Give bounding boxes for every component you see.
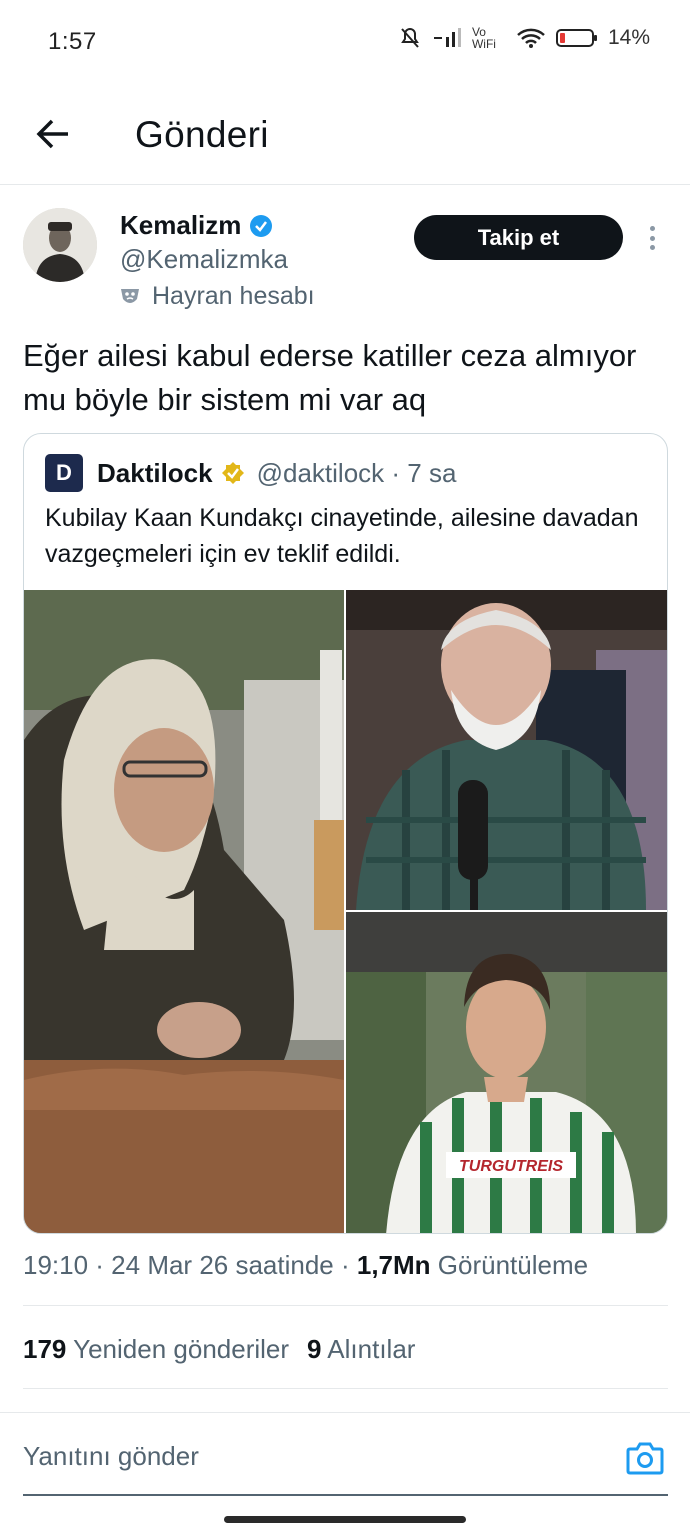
back-button[interactable]: [26, 110, 80, 158]
tweet-text: Eğer ailesi kabul ederse katiller ceza a…: [23, 338, 637, 417]
more-dot-icon: [649, 235, 655, 241]
quotes-count: 9: [307, 1334, 322, 1364]
more-dot-icon: [649, 245, 655, 250]
photo-mother-at-grave[interactable]: [24, 590, 344, 1233]
battery-icon: [555, 29, 597, 47]
quote-header: D Daktilock @daktilock · 7 sa: [45, 454, 456, 492]
reply-bar: [0, 1412, 690, 1496]
avatar-portrait: [23, 208, 97, 282]
reply-input[interactable]: [23, 1441, 583, 1472]
follow-button[interactable]: Takip et: [414, 215, 623, 260]
fan-account-label: Hayran hesabı: [118, 282, 315, 311]
views-count[interactable]: 1,7Mn: [357, 1250, 431, 1280]
reposts-count: 179: [23, 1334, 67, 1364]
views-label: Görüntüleme: [430, 1250, 589, 1280]
divider: [23, 1305, 668, 1306]
quotes-label: Alıntılar: [321, 1334, 416, 1364]
page-title: Gönderi: [135, 114, 269, 155]
photo-grid: TURGUTREIS: [24, 590, 667, 1233]
photo-mother-image: [24, 590, 344, 1233]
home-indicator[interactable]: [224, 1516, 466, 1523]
post-stats: 179 Yeniden gönderiler 9 Alıntılar: [23, 1334, 415, 1365]
photo-father[interactable]: [346, 590, 667, 910]
photo-football-player[interactable]: TURGUTREIS: [346, 912, 667, 1233]
theater-mask-icon: [121, 288, 139, 303]
reposts-label: Yeniden gönderiler: [66, 1334, 290, 1364]
more-dot-icon: [649, 226, 655, 231]
arrow-left-icon: [36, 119, 68, 149]
mute-bell-icon: [401, 27, 419, 48]
divider: [23, 1388, 668, 1389]
author-name-text: Kemalizm: [120, 210, 242, 240]
more-options-button[interactable]: [640, 222, 664, 254]
status-time: 1:57: [48, 28, 97, 55]
author-handle[interactable]: @Kemalizmka: [120, 244, 288, 275]
network-label: Vo WiFi: [471, 25, 496, 51]
verified-badge-icon: [250, 214, 273, 237]
post-timestamp: 19:10 · 24 Mar 26 saatinde ·: [23, 1250, 357, 1280]
quoted-post[interactable]: D Daktilock @daktilock · 7 sa Kubilay Ka…: [23, 433, 668, 1234]
photo-player-image: TURGUTREIS: [346, 912, 667, 1233]
quote-avatar: D: [45, 454, 83, 492]
avatar[interactable]: [23, 208, 97, 282]
battery-percent: 14%: [607, 26, 650, 49]
quote-text: Kubilay Kaan Kundakçı cinayetinde, ailes…: [45, 504, 639, 568]
status-icons: Vo WiFi 14%: [398, 26, 650, 50]
jersey-sponsor-text: TURGUTREIS: [459, 1158, 563, 1175]
fan-account-text: Hayran hesabı: [152, 282, 315, 310]
gold-verified-badge-icon: [221, 462, 244, 484]
camera-button[interactable]: [626, 1441, 664, 1480]
photo-father-image: [346, 590, 667, 910]
quotes-stat[interactable]: 9 Alıntılar: [307, 1334, 415, 1364]
quote-handle-time: @daktilock · 7 sa: [256, 457, 457, 488]
header: Gönderi: [0, 84, 690, 185]
status-bar: 1:57 Vo WiFi 14%: [0, 0, 690, 84]
quote-author-name: Daktilock: [97, 457, 213, 488]
reposts-stat[interactable]: 179 Yeniden gönderiler: [23, 1334, 289, 1364]
wifi-icon: [517, 28, 545, 48]
reply-underline: [23, 1494, 668, 1496]
post-timestamp-views: 19:10 · 24 Mar 26 saatinde · 1,7Mn Görün…: [23, 1250, 588, 1281]
author-name[interactable]: Kemalizm: [120, 210, 273, 241]
camera-icon: [626, 1442, 664, 1475]
signal-icon: [433, 28, 461, 47]
